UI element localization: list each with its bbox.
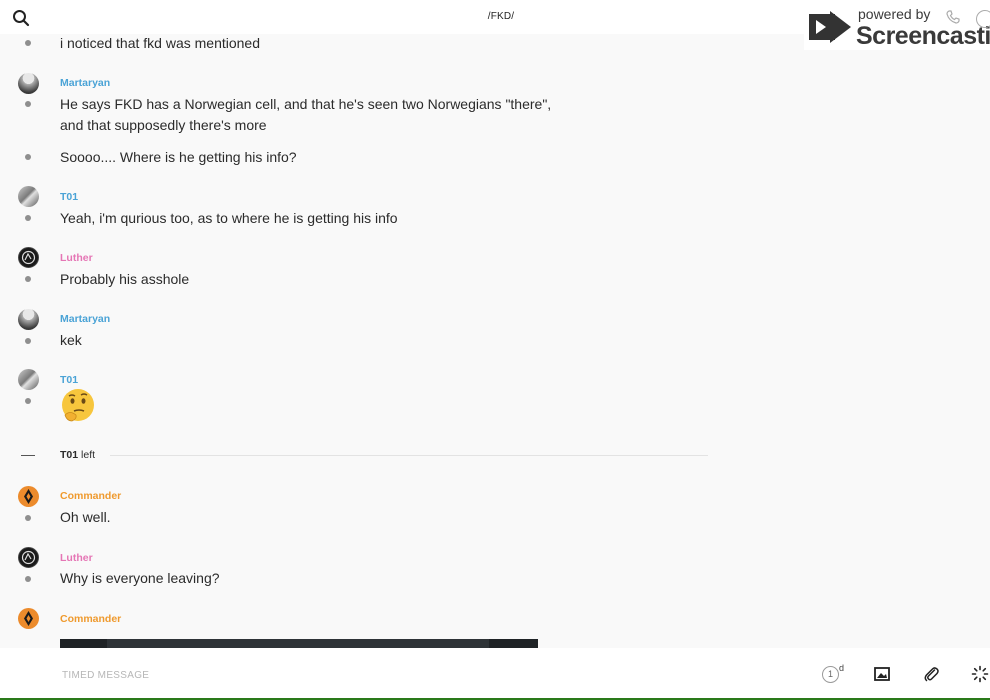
loading-spinner-icon[interactable] bbox=[971, 665, 989, 683]
timer-unit: d bbox=[839, 663, 845, 673]
paperclip-icon[interactable] bbox=[922, 665, 940, 683]
system-divider-dash bbox=[21, 455, 35, 456]
message-text: He says FKD has a Norwegian cell, and th… bbox=[60, 96, 552, 112]
attachment-preview[interactable] bbox=[60, 639, 538, 648]
message-text: i noticed that fkd was mentioned bbox=[60, 35, 261, 51]
avatar[interactable] bbox=[18, 73, 39, 94]
message-bullet bbox=[25, 101, 31, 107]
message-text: Oh well. bbox=[60, 509, 111, 525]
attachment-preview-image bbox=[107, 639, 489, 648]
message-author[interactable]: Martaryan bbox=[60, 77, 110, 89]
message-bullet bbox=[25, 515, 31, 521]
timer-value: 1 bbox=[822, 666, 839, 683]
message-bullet bbox=[25, 276, 31, 282]
system-message: T01 left bbox=[60, 449, 95, 461]
avatar[interactable] bbox=[18, 369, 39, 390]
message-author[interactable]: Commander bbox=[60, 490, 121, 502]
system-action: left bbox=[81, 449, 96, 461]
message-author[interactable]: T01 bbox=[60, 191, 78, 203]
message-text-continued: and that supposedly there's more bbox=[60, 117, 267, 133]
watermark-powered-by: powered by bbox=[858, 6, 931, 22]
message-timer-button[interactable]: 1 d bbox=[822, 663, 846, 685]
message-author[interactable]: Luther bbox=[60, 552, 93, 564]
avatar[interactable] bbox=[18, 547, 39, 568]
luther-avatar-icon bbox=[21, 550, 36, 565]
avatar[interactable] bbox=[18, 608, 39, 629]
message-author[interactable]: Martaryan bbox=[60, 313, 110, 325]
image-icon[interactable] bbox=[873, 665, 891, 683]
message-text: Soooo.... Where is he getting his info? bbox=[60, 149, 297, 165]
system-divider-line bbox=[110, 455, 708, 456]
avatar[interactable] bbox=[18, 309, 39, 330]
message-bullet bbox=[25, 398, 31, 404]
message-text: Yeah, i'm qurious too, as to where he is… bbox=[60, 210, 398, 226]
info-icon bbox=[976, 10, 990, 28]
avatar[interactable] bbox=[18, 247, 39, 268]
luther-avatar-icon bbox=[21, 250, 36, 265]
message-bullet bbox=[25, 154, 31, 160]
composer-bar: 1 d bbox=[0, 648, 990, 698]
message-text: Probably his asshole bbox=[60, 271, 190, 287]
message-bullet bbox=[25, 215, 31, 221]
avatar[interactable] bbox=[18, 486, 39, 507]
message-author[interactable]: T01 bbox=[60, 374, 78, 386]
message-bullet bbox=[25, 40, 31, 46]
message-author[interactable]: Luther bbox=[60, 252, 93, 264]
system-user: T01 bbox=[60, 449, 79, 461]
thinking-face-icon bbox=[62, 389, 94, 422]
message-feed[interactable]: i noticed that fkd was mentioned Martary… bbox=[0, 34, 990, 648]
phone-icon bbox=[946, 10, 960, 24]
message-bullet bbox=[25, 338, 31, 344]
commander-avatar-icon bbox=[24, 489, 33, 504]
avatar[interactable] bbox=[18, 186, 39, 207]
message-text: Why is everyone leaving? bbox=[60, 570, 220, 586]
commander-avatar-icon bbox=[24, 611, 33, 626]
timed-message-input[interactable] bbox=[60, 665, 664, 685]
message-text: kek bbox=[60, 332, 82, 348]
message-bullet bbox=[25, 576, 31, 582]
message-author[interactable]: Commander bbox=[60, 613, 121, 625]
